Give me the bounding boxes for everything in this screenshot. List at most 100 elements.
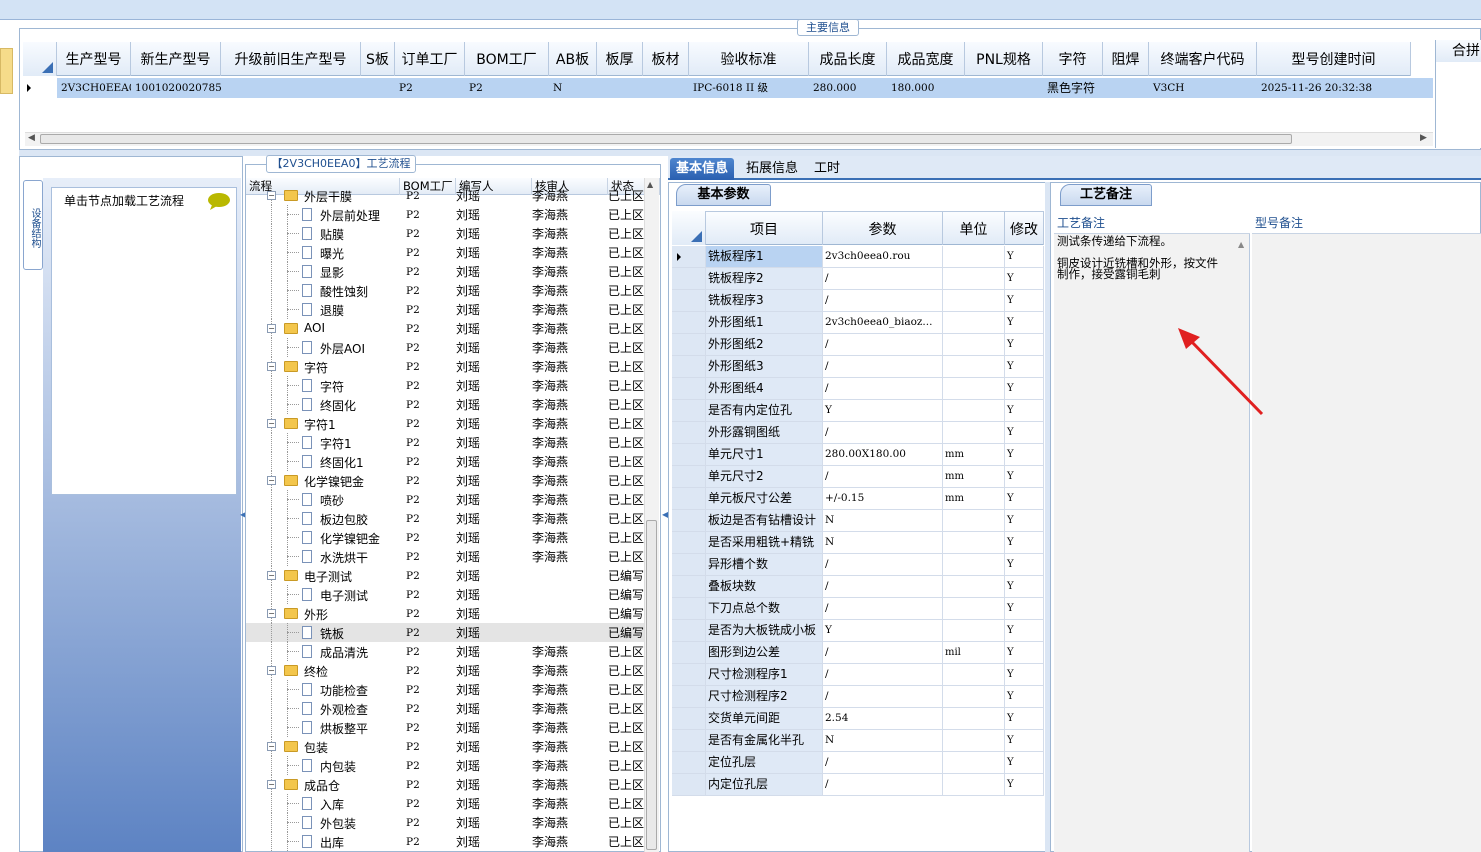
params-row[interactable]: 铣板程序3/ Y	[672, 290, 1044, 312]
param-value[interactable]: N	[823, 730, 943, 751]
main-col-header[interactable]: 阻焊	[1103, 42, 1149, 76]
params-row[interactable]: 铣板程序1 2v3ch0eea0.rou Y	[672, 246, 1044, 268]
param-value[interactable]: 280.00X180.00	[823, 444, 943, 465]
param-value[interactable]: /	[823, 334, 943, 355]
collapse-toggle-icon[interactable]: −	[267, 191, 276, 200]
main-col-header[interactable]: PNL规格	[965, 42, 1043, 76]
process-row[interactable]: 显影 P2 刘瑶 李海燕 已上区	[246, 262, 644, 281]
main-col-header[interactable]: BOM工厂	[465, 42, 549, 76]
main-cell[interactable]	[597, 78, 643, 98]
process-row[interactable]: 贴膜 P2 刘瑶 李海燕 已上区	[246, 224, 644, 243]
params-row[interactable]: 定位孔层 / Y	[672, 752, 1044, 774]
process-row[interactable]: − 字符 P2 刘瑶 李海燕 已上区	[246, 357, 644, 376]
param-value[interactable]: N	[823, 532, 943, 553]
process-row[interactable]: 退膜 P2 刘瑶 李海燕 已上区	[246, 300, 644, 319]
param-value[interactable]: 2v3ch0eea0_biaoz...	[823, 312, 943, 333]
collapse-toggle-icon[interactable]: −	[267, 609, 276, 618]
params-row[interactable]: 异形槽个数 / Y	[672, 554, 1044, 576]
tab-2[interactable]: 工时	[808, 158, 846, 180]
main-col-header[interactable]: 订单工厂	[395, 42, 465, 76]
params-row[interactable]: 尺寸检测程序1/ Y	[672, 664, 1044, 686]
row-selector[interactable]	[672, 246, 706, 267]
params-row[interactable]: 内定位孔层 / Y	[672, 774, 1044, 796]
process-row[interactable]: 出库 P2 刘瑶 李海燕 已上区	[246, 832, 644, 851]
process-row[interactable]: 外观检查 P2 刘瑶 李海燕 已上区	[246, 699, 644, 718]
process-row[interactable]: 喷砂 P2 刘瑶 李海燕 已上区	[246, 490, 644, 509]
params-col-header[interactable]: 单位	[943, 212, 1005, 245]
main-cell[interactable]: IPC-6018 II 级	[689, 78, 809, 98]
main-cell[interactable]: V3CH	[1149, 78, 1257, 98]
process-row[interactable]: 板边包胶 P2 刘瑶 李海燕 已上区	[246, 509, 644, 528]
process-vscroll-thumb[interactable]	[646, 520, 657, 850]
params-col-header[interactable]: 参数	[823, 212, 943, 245]
row-selector[interactable]	[672, 466, 706, 487]
row-selector[interactable]	[672, 686, 706, 707]
param-value[interactable]: /	[823, 774, 943, 795]
collapse-toggle-icon[interactable]: −	[267, 666, 276, 675]
param-value[interactable]: Y	[823, 620, 943, 641]
row-selector[interactable]	[672, 730, 706, 751]
main-cell[interactable]: 280.000	[809, 78, 887, 98]
params-row[interactable]: 尺寸检测程序2/ Y	[672, 686, 1044, 708]
params-row[interactable]: 交货单元间距 2.54 Y	[672, 708, 1044, 730]
row-selector[interactable]	[672, 444, 706, 465]
process-row[interactable]: 外包装 P2 刘瑶 李海燕 已上区	[246, 813, 644, 832]
row-selector[interactable]	[672, 576, 706, 597]
param-value[interactable]: 2v3ch0eea0.rou	[823, 246, 943, 267]
row-selector[interactable]	[672, 334, 706, 355]
process-row[interactable]: − 电子测试 P2 刘瑶 已编写	[246, 566, 644, 585]
process-row[interactable]: 酸性蚀刻 P2 刘瑶 李海燕 已上区	[246, 281, 644, 300]
main-hscroll-thumb[interactable]	[40, 134, 1292, 144]
scroll-up-icon[interactable]: ▲	[647, 180, 653, 189]
process-row[interactable]: − 化学镍钯金 P2 刘瑶 李海燕 已上区	[246, 471, 644, 490]
row-selector[interactable]	[672, 642, 706, 663]
process-row[interactable]: 内包装 P2 刘瑶 李海燕 已上区	[246, 756, 644, 775]
row-selector[interactable]	[672, 510, 706, 531]
row-selector[interactable]	[672, 422, 706, 443]
main-cell[interactable]	[643, 78, 689, 98]
row-selector[interactable]	[672, 488, 706, 509]
main-col-header[interactable]: 生产型号	[57, 42, 131, 76]
main-col-header[interactable]: 验收标准	[689, 42, 809, 76]
tab-1[interactable]: 拓展信息	[740, 158, 804, 180]
main-cell[interactable]: P2	[395, 78, 465, 98]
params-row[interactable]: 是否采用粗铣+精铣 N Y	[672, 532, 1044, 554]
collapse-toggle-icon[interactable]: −	[267, 324, 276, 333]
param-value[interactable]: +/-0.15	[823, 488, 943, 509]
param-value[interactable]: /	[823, 378, 943, 399]
process-row[interactable]: 外层AOI P2 刘瑶 李海燕 已上区	[246, 338, 644, 357]
main-col-header[interactable]: 成品长度	[809, 42, 887, 76]
params-row[interactable]: 铣板程序2/ Y	[672, 268, 1044, 290]
params-row[interactable]: 单元尺寸1 280.00X180.00 mm Y	[672, 444, 1044, 466]
main-cell[interactable]: 黑色字符	[1043, 78, 1103, 98]
params-row[interactable]: 是否有内定位孔 Y Y	[672, 400, 1044, 422]
process-row[interactable]: − 字符1 P2 刘瑶 李海燕 已上区	[246, 414, 644, 433]
row-selector[interactable]	[672, 356, 706, 377]
main-col-header[interactable]: 终端客户代码	[1149, 42, 1257, 76]
process-row[interactable]: 字符1 P2 刘瑶 李海燕 已上区	[246, 433, 644, 452]
params-row[interactable]: 板边是否有钻槽设计 N Y	[672, 510, 1044, 532]
row-selector[interactable]	[672, 664, 706, 685]
process-row[interactable]: 烘板整平 P2 刘瑶 李海燕 已上区	[246, 718, 644, 737]
main-cell[interactable]	[221, 78, 361, 98]
param-value[interactable]: /	[823, 664, 943, 685]
process-row[interactable]: 功能检查 P2 刘瑶 李海燕 已上区	[246, 680, 644, 699]
process-row[interactable]: 成品清洗 P2 刘瑶 李海燕 已上区	[246, 642, 644, 661]
row-selector[interactable]	[672, 752, 706, 773]
main-col-header[interactable]: 字符	[1043, 42, 1103, 76]
param-value[interactable]: Y	[823, 400, 943, 421]
process-row[interactable]: 铣板 P2 刘瑶 已编写	[246, 623, 644, 642]
main-col-header[interactable]: 升级前旧生产型号	[221, 42, 361, 76]
main-info-row[interactable]: 2V3CH0EEA0 10010200207855 P2 P2 N IPC-6018 II…	[57, 78, 1433, 98]
main-col-header[interactable]: 板厚	[597, 42, 643, 76]
collapse-toggle-icon[interactable]: −	[267, 476, 276, 485]
process-row[interactable]: − 包装 P2 刘瑶 李海燕 已上区	[246, 737, 644, 756]
process-row[interactable]: 曝光 P2 刘瑶 李海燕 已上区	[246, 243, 644, 262]
param-value[interactable]: /	[823, 466, 943, 487]
main-col-header[interactable]: 型号创建时间	[1257, 42, 1411, 76]
main-cell[interactable]: 10010200207855	[131, 78, 221, 98]
collapse-toggle-icon[interactable]: −	[267, 362, 276, 371]
main-cell[interactable]: 2025-11-26 20:32:38	[1257, 78, 1411, 98]
scroll-right-icon[interactable]: ▶	[1420, 133, 1427, 143]
main-col-header[interactable]: S板	[361, 42, 395, 76]
